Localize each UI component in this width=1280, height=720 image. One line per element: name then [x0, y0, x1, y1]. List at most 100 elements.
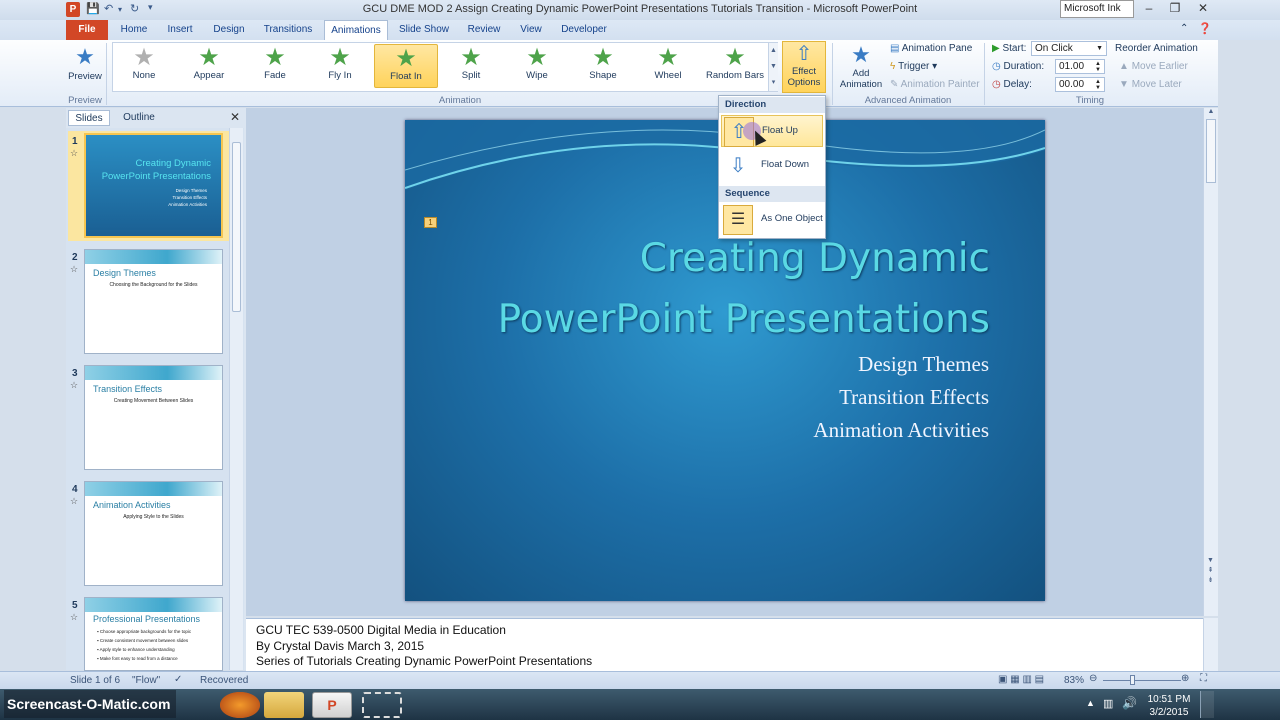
menu-item-float-down[interactable]: ⇩ Float Down: [721, 150, 823, 182]
start-select[interactable]: On Click ▼: [1031, 41, 1107, 56]
spellcheck-icon[interactable]: ✓: [174, 674, 182, 685]
subtitle-line: Animation Activities: [813, 418, 989, 442]
anim-none-button[interactable]: ★ None: [114, 44, 174, 88]
slide-thumbnail-3[interactable]: Transition Effects Creating Movement Bet…: [84, 365, 223, 470]
powerpoint-taskbar-icon[interactable]: P: [312, 692, 352, 718]
add-animation-button[interactable]: ★ Add Animation: [836, 42, 886, 92]
slide-thumbnail-1[interactable]: Creating Dynamic PowerPoint Presentation…: [84, 133, 223, 238]
file-explorer-icon[interactable]: [264, 692, 304, 718]
zoom-in-icon[interactable]: ⊕: [1181, 673, 1189, 684]
preview-button[interactable]: ★ Preview: [68, 44, 102, 90]
anim-fade-button[interactable]: ★ Fade: [245, 44, 305, 88]
move-later-button[interactable]: ▼ Move Later: [1119, 77, 1182, 93]
minimize-ribbon-icon[interactable]: ⌃: [1180, 23, 1188, 34]
slide-title[interactable]: Creating Dynamic PowerPoint Presentation…: [405, 228, 990, 350]
show-hidden-icons-icon[interactable]: ▲: [1086, 698, 1095, 708]
zoom-slider-thumb[interactable]: [1130, 675, 1135, 685]
stepper-icon[interactable]: ▲ ▼: [1095, 79, 1101, 91]
animation-order-marker[interactable]: 1: [424, 217, 437, 228]
scroll-thumb[interactable]: [232, 142, 241, 312]
slide-thumbnail-2[interactable]: Design Themes Choosing the Background fo…: [84, 249, 223, 354]
add-animation-label: Add: [852, 68, 870, 79]
slide-scrollbar[interactable]: ▲ ▼ ⇞ ⇟: [1203, 108, 1218, 616]
tab-outline[interactable]: Outline: [114, 110, 164, 126]
tab-view[interactable]: View: [514, 20, 548, 40]
move-later-label: Move Later: [1131, 79, 1182, 90]
animation-group-label: Animation: [438, 95, 482, 106]
anim-wheel-button[interactable]: ★ Wheel: [638, 44, 698, 88]
tab-slides[interactable]: Slides: [68, 110, 110, 126]
scroll-up-icon[interactable]: ▲: [1204, 108, 1218, 115]
minimize-button[interactable]: ‒: [1136, 0, 1162, 18]
delay-input[interactable]: 00.00 ▲ ▼: [1055, 77, 1105, 92]
clock[interactable]: 10:51 PM 3/2/2015: [1144, 693, 1194, 719]
anim-split-button[interactable]: ★ Split: [441, 44, 501, 88]
fit-to-window-icon[interactable]: ⛶: [1200, 673, 1207, 684]
anim-fly-in-button[interactable]: ★ Fly In: [310, 44, 370, 88]
anim-float-in-label: Float In: [390, 71, 422, 82]
animation-painter-button[interactable]: ✎ Animation Painter: [890, 77, 980, 93]
tab-animations[interactable]: Animations: [324, 20, 388, 41]
help-icon[interactable]: ❓: [1198, 22, 1212, 35]
animation-pane-button[interactable]: ▤ Animation Pane: [890, 41, 972, 57]
move-earlier-button[interactable]: ▲ Move Earlier: [1119, 59, 1188, 75]
slide-thumbnail-4[interactable]: Animation Activities Applying Style to t…: [84, 481, 223, 586]
network-icon[interactable]: ▥: [1103, 697, 1113, 710]
clock-icon: ◷: [992, 61, 1001, 72]
microsoft-ink-label[interactable]: Microsoft Ink: [1060, 0, 1134, 18]
effect-options-button[interactable]: ⇧ Effect Options: [782, 41, 826, 93]
delay-clock-icon: ◷: [992, 79, 1001, 90]
tab-review[interactable]: Review: [462, 20, 506, 40]
trigger-button[interactable]: ϟ Trigger ▾: [890, 59, 937, 75]
notes-scrollbar[interactable]: [1203, 618, 1218, 671]
tab-design[interactable]: Design: [208, 20, 250, 40]
fade-star-icon: ★: [264, 44, 286, 71]
anim-shape-button[interactable]: ★ Shape: [573, 44, 633, 88]
tab-transitions[interactable]: Transitions: [258, 20, 318, 40]
play-icon: ▶: [992, 43, 1000, 54]
bullet-text: Apply style to enhance understanding: [99, 647, 175, 652]
slide-number: 5: [72, 600, 78, 611]
arrow-up-icon: ⇧: [795, 43, 813, 65]
thumb-subtitle: Creating Movement Between Slides: [113, 398, 194, 404]
thumb-title: Creating Dynamic PowerPoint Presentation…: [101, 158, 211, 182]
tab-developer[interactable]: Developer: [556, 20, 612, 40]
anim-random-bars-button[interactable]: ★ Random Bars: [704, 44, 766, 88]
slide-thumbnail-5[interactable]: Professional Presentations ▪ Choose appr…: [84, 597, 223, 671]
anim-appear-button[interactable]: ★ Appear: [179, 44, 239, 88]
zoom-slider[interactable]: [1103, 680, 1181, 681]
anim-wipe-button[interactable]: ★ Wipe: [507, 44, 567, 88]
zoom-out-icon[interactable]: ⊖: [1089, 673, 1097, 684]
notes-pane[interactable]: GCU TEC 539-0500 Digital Media in Educat…: [246, 618, 1218, 671]
scroll-thumb[interactable]: [1206, 119, 1216, 183]
group-separator: [106, 43, 107, 105]
tab-file[interactable]: File: [66, 20, 108, 40]
menu-item-as-one-object[interactable]: ☰ As One Object: [721, 204, 823, 236]
slide-subtitle[interactable]: Design Themes Transition Effects Animati…: [589, 348, 989, 447]
volume-icon[interactable]: 🔊: [1122, 696, 1137, 710]
anim-fade-label: Fade: [264, 70, 286, 81]
menu-item-float-up[interactable]: ⇧ Float Up: [721, 115, 823, 147]
close-button[interactable]: ✕: [1188, 0, 1218, 18]
gallery-scroll[interactable]: ▲ ▼ ▾: [768, 43, 778, 91]
zoom-level[interactable]: 83%: [1064, 675, 1084, 686]
maximize-button[interactable]: ❐: [1162, 0, 1188, 18]
scroll-nav-icons[interactable]: ▼ ⇞ ⇟: [1204, 556, 1217, 586]
chevron-down-icon: ▼: [1096, 45, 1103, 52]
media-player-icon[interactable]: [220, 692, 260, 718]
thumbnail-scrollbar[interactable]: [229, 128, 243, 670]
view-buttons[interactable]: ▣ ▦ ▥ ▤: [998, 674, 1044, 685]
appear-star-icon: ★: [198, 44, 220, 71]
show-desktop-button[interactable]: [1200, 691, 1214, 718]
anim-float-in-button[interactable]: ★ Float In: [374, 44, 438, 88]
effect-options-label: Effect: [791, 66, 817, 77]
duration-input[interactable]: 01.00 ▲ ▼: [1055, 59, 1105, 74]
tab-slide-show[interactable]: Slide Show: [396, 20, 452, 40]
tab-insert[interactable]: Insert: [160, 20, 200, 40]
close-pane-icon[interactable]: ✕: [230, 110, 240, 124]
effect-options-label-2: Options: [787, 77, 821, 88]
screen-capture-icon[interactable]: [362, 692, 402, 718]
thumb-title: Professional Presentations: [93, 614, 201, 624]
tab-home[interactable]: Home: [116, 20, 152, 40]
stepper-icon[interactable]: ▲ ▼: [1095, 61, 1101, 73]
